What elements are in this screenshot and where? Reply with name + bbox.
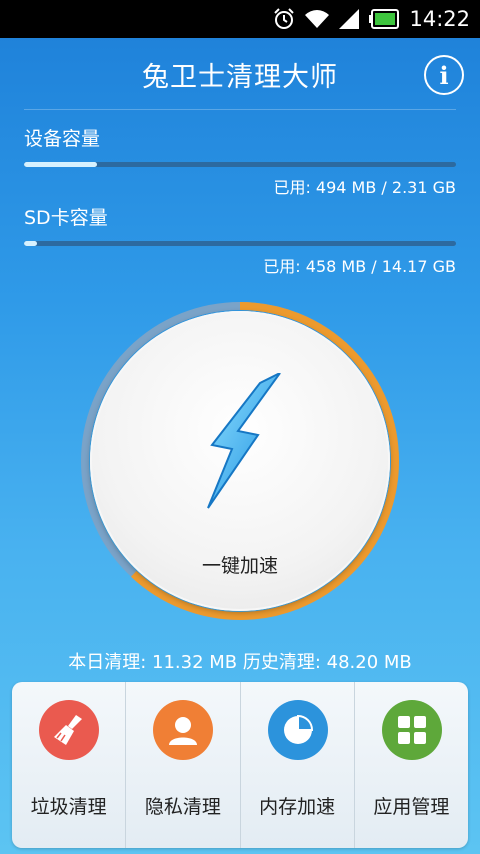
device-storage: 设备容量 已用: 494 MB / 2.31 GB — [24, 126, 456, 199]
boost-label: 一键加速 — [201, 555, 278, 577]
wifi-icon — [305, 10, 330, 28]
person-icon — [153, 700, 214, 760]
alarm-icon — [274, 8, 295, 29]
app-title: 兔卫士清理大师 — [142, 61, 338, 93]
pie-chart-icon — [267, 700, 328, 760]
clean-stats: 本日清理: 11.32 MB 历史清理: 48.20 MB — [68, 652, 412, 673]
device-storage-label: 设备容量 — [24, 128, 101, 150]
privacy-clean-label: 隐私清理 — [144, 796, 221, 818]
sd-storage-usage: 已用: 458 MB / 14.17 GB — [263, 257, 456, 276]
device-storage-bar — [24, 162, 456, 167]
device-storage-usage: 已用: 494 MB / 2.31 GB — [273, 178, 456, 197]
sd-storage-bar — [24, 241, 456, 246]
title-divider — [24, 109, 456, 110]
junk-clean-label: 垃圾清理 — [30, 796, 107, 818]
sd-storage-label: SD卡容量 — [24, 207, 108, 229]
signal-icon — [339, 9, 360, 29]
sd-storage-fill — [24, 241, 37, 246]
tool-panel: 垃圾清理 隐私清理 内存加速 应用管理 — [12, 682, 468, 848]
junk-clean-button[interactable]: 垃圾清理 — [12, 682, 127, 848]
app-manage-label: 应用管理 — [373, 796, 450, 818]
status-clock: 14:22 — [409, 7, 470, 31]
one-key-boost-button[interactable]: 一键加速 — [90, 311, 390, 611]
grid-icon — [381, 700, 442, 760]
info-button[interactable]: i — [424, 55, 464, 95]
broom-icon — [39, 700, 99, 760]
boost-widget: 一键加速 — [80, 301, 400, 621]
title-bar: 兔卫士清理大师 i — [0, 38, 480, 110]
app-manage-button[interactable]: 应用管理 — [355, 682, 468, 848]
memory-boost-label: 内存加速 — [259, 796, 336, 818]
memory-boost-button[interactable]: 内存加速 — [241, 682, 355, 848]
device-storage-fill — [24, 162, 98, 167]
sd-storage: SD卡容量 已用: 458 MB / 14.17 GB — [24, 205, 456, 278]
battery-icon — [369, 9, 400, 29]
info-icon: i — [439, 60, 449, 90]
privacy-clean-button[interactable]: 隐私清理 — [126, 682, 241, 848]
status-bar: 14:22 — [0, 0, 480, 38]
lightning-bolt-icon — [207, 373, 281, 509]
